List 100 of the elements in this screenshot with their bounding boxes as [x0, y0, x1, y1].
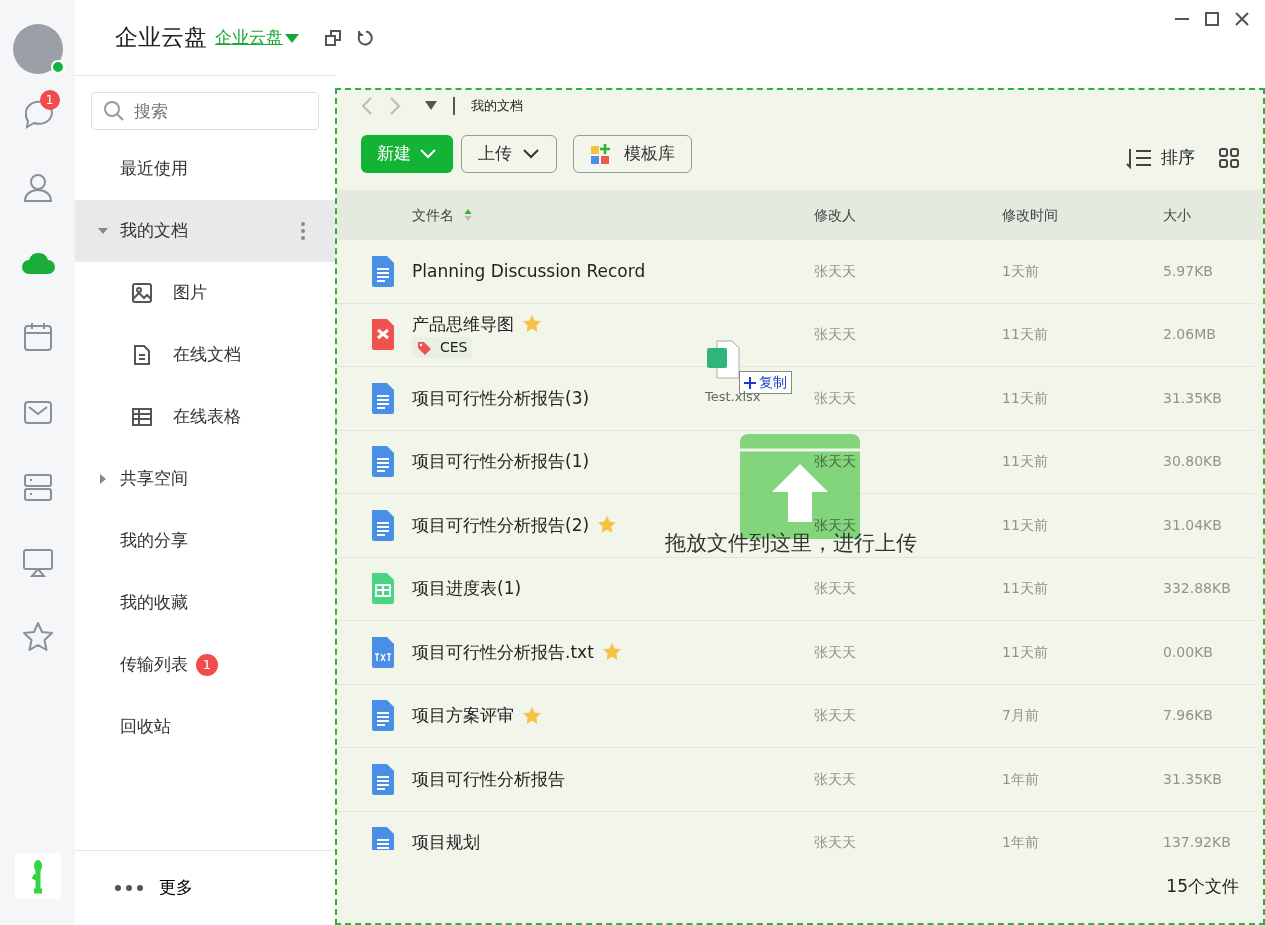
file-name: 项目可行性分析报告(2) [412, 513, 590, 537]
file-name: 产品思维导图 [412, 312, 514, 336]
upload-button[interactable]: 上传 [461, 135, 557, 173]
caret-down-icon [425, 101, 437, 111]
file-size: 332.88KB [1163, 579, 1232, 599]
modified-time: 11天前 [1002, 388, 1049, 408]
modifier-name: 张天天 [814, 642, 857, 662]
document-file-icon [370, 381, 396, 415]
document-icon [131, 344, 153, 366]
file-size: 31.35KB [1163, 388, 1223, 408]
history-dropdown[interactable] [425, 101, 437, 111]
table-icon [131, 406, 153, 428]
file-name: 项目可行性分析报告 [412, 767, 565, 791]
popout-button[interactable] [325, 29, 341, 46]
unread-count: 1 [39, 90, 60, 110]
column-header[interactable]: 修改人 [814, 204, 1002, 226]
mindmap-file-icon [370, 318, 396, 352]
file-name: 项目可行性分析报告(3) [412, 386, 590, 410]
count-badge: 1 [196, 654, 218, 676]
template-library-button[interactable]: 模板库 [573, 135, 692, 173]
modified-time: 1年前 [1002, 769, 1040, 789]
file-row[interactable]: 项目规划 张天天 1年前 137.92KB [337, 811, 1255, 850]
modified-time: 11天前 [1002, 642, 1049, 662]
file-size: 137.92KB [1163, 833, 1232, 850]
search-icon [103, 100, 125, 122]
file-size: 31.35KB [1163, 769, 1223, 789]
refresh-icon [357, 29, 373, 46]
chevron-right-icon [389, 97, 401, 115]
nav-rail-button[interactable]: 1 [15, 90, 60, 134]
file-size: 2.06MB [1163, 325, 1217, 345]
file-row[interactable]: 项目可行性分析报告.txt 张天天 11天前 0.00KB [337, 621, 1255, 685]
file-name: 项目规划 [412, 831, 480, 850]
chevron-left-icon [361, 97, 373, 115]
folder-subitem[interactable]: 在线文档 [75, 324, 335, 386]
file-name: 项目可行性分析报告(1) [412, 450, 590, 473]
document-file-icon [370, 254, 396, 288]
modifier-name: 张天天 [814, 579, 857, 599]
document-file-icon [370, 508, 396, 542]
file-row[interactable]: 项目可行性分析报告 张天天 1年前 31.35KB [337, 748, 1255, 812]
file-name: 项目可行性分析报告.txt [412, 640, 594, 664]
column-header[interactable]: 大小 [1163, 204, 1263, 226]
document-file-icon [370, 826, 396, 850]
more-vertical-icon [301, 222, 305, 240]
grid-view-icon [1219, 148, 1239, 168]
refresh-button[interactable] [357, 29, 373, 46]
modifier-name: 张天天 [814, 261, 857, 281]
modified-time: 11天前 [1002, 325, 1049, 345]
file-row[interactable]: 项目进度表(1) 张天天 11天前 332.88KB [337, 557, 1255, 621]
modifier-name: 张天天 [814, 515, 857, 533]
online-status-dot [50, 60, 65, 74]
file-size: 31.04KB [1163, 515, 1223, 535]
sidebar-item[interactable]: 我的收藏 [75, 572, 335, 634]
modified-time: 11天前 [1002, 515, 1049, 535]
modified-time: 1天前 [1002, 261, 1040, 281]
column-header[interactable]: 文件名 [412, 204, 814, 226]
app-title: 企业云盘 [114, 23, 207, 53]
breadcrumb-current[interactable]: 我的文档 [471, 96, 523, 116]
document-file-icon [370, 699, 396, 733]
app-mascot-icon [14, 853, 61, 899]
sidebar-item[interactable]: 共享空间 [75, 448, 335, 510]
folder-subitem[interactable]: 图片 [75, 262, 335, 324]
avatar[interactable] [12, 24, 63, 74]
grid-view-button[interactable] [1219, 148, 1239, 168]
forward-button[interactable] [389, 97, 401, 115]
file-row[interactable]: 项目方案评审 张天天 7月前 7.96KB [337, 684, 1255, 748]
modifier-name: 张天天 [814, 452, 857, 472]
file-size: 5.97KB [1163, 261, 1214, 281]
file-tag: CES [412, 337, 472, 358]
search-field[interactable]: 搜索 [91, 92, 319, 130]
file-name: 项目方案评审 [412, 704, 514, 727]
sidebar-item[interactable]: 最近使用 [75, 138, 335, 200]
more-dots-icon [115, 885, 143, 891]
sidebar-item[interactable]: 传输列表 1 [75, 634, 335, 696]
modifier-name: 张天天 [814, 388, 857, 408]
sort-button[interactable]: 排序 [1125, 145, 1195, 171]
plus-icon [744, 376, 756, 389]
spreadsheet-file-icon [705, 340, 741, 380]
document-file-icon [370, 762, 396, 796]
back-button[interactable] [361, 97, 373, 115]
column-header[interactable]: 修改时间 [1002, 204, 1163, 226]
modified-time: 11天前 [1002, 452, 1049, 472]
folder-subitem[interactable]: 在线表格 [75, 386, 335, 448]
sidebar-item[interactable]: 我的分享 [75, 510, 335, 572]
file-name: 项目进度表(1) [412, 577, 522, 600]
minimize-icon [1175, 18, 1189, 20]
dropdown-triangle-icon [283, 31, 301, 44]
modifier-name: 张天天 [814, 325, 857, 345]
maximize-icon [1205, 12, 1219, 26]
document-file-icon [370, 445, 396, 479]
file-name: Planning Discussion Record [412, 259, 646, 283]
file-size: 0.00KB [1163, 642, 1214, 662]
file-row[interactable]: Planning Discussion Record 张天天 1天前 5.97KB [337, 240, 1255, 304]
modified-time: 11天前 [1002, 579, 1049, 599]
spreadsheet-file-icon [370, 572, 396, 606]
modifier-name: 张天天 [814, 833, 857, 850]
sidebar-item[interactable]: 回收站 [75, 696, 335, 758]
colored-grid-icon [590, 143, 612, 165]
sidebar-item[interactable]: 我的文档 [75, 200, 335, 262]
chevron-down-icon [419, 148, 437, 160]
sort-icon [1125, 147, 1153, 169]
